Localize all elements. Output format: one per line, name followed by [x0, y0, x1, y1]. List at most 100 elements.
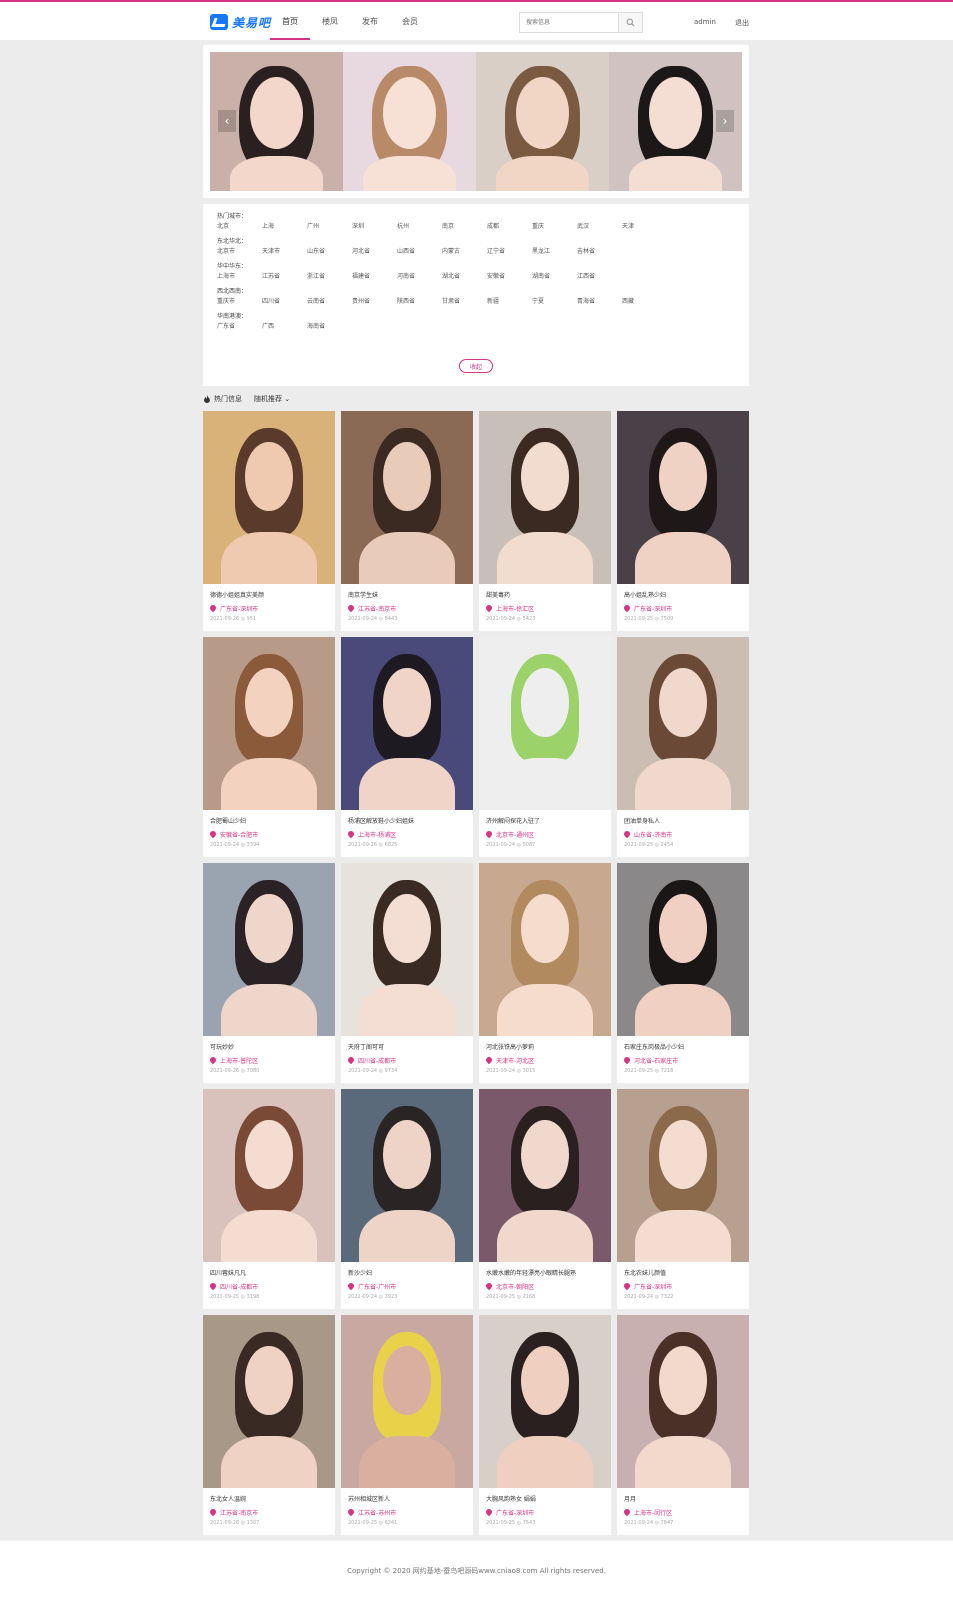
listing-photo[interactable] [341, 1089, 473, 1262]
city-link[interactable]: 重庆市 [217, 296, 262, 307]
city-link[interactable]: 贵州省 [352, 296, 397, 307]
listing-photo[interactable] [617, 863, 749, 1036]
city-link[interactable]: 天津 [622, 221, 667, 232]
city-link[interactable]: 西藏 [622, 296, 667, 307]
listing-photo[interactable] [617, 637, 749, 810]
listing-card[interactable]: 德德小姐姐真实美颜 广东省-深圳市 2021-09-26 ◎ 951 [203, 411, 335, 631]
city-link[interactable]: 河北省 [352, 246, 397, 257]
city-link[interactable]: 成都 [487, 221, 532, 232]
city-link[interactable]: 云南省 [307, 296, 352, 307]
city-link[interactable]: 湖南省 [532, 271, 577, 282]
listing-title[interactable]: 南京学生妹 [348, 591, 466, 600]
listing-title[interactable]: 水嫩水嫩的年轻漂亮小眼睛长腿熟 [486, 1269, 604, 1278]
city-link[interactable]: 天津市 [262, 246, 307, 257]
listing-card[interactable]: 月月 上海市-闵行区 2021-09-24 ◎ 7847 [617, 1315, 749, 1535]
listing-card[interactable]: 天府丁阁可可 四川省-成都市 2021-09-24 ◎ 9734 [341, 863, 473, 1083]
listing-title[interactable]: 济州解闷探花入驻了 [486, 817, 604, 826]
banner-slide[interactable] [476, 52, 609, 191]
city-link[interactable]: 江苏省 [262, 271, 307, 282]
nav-member[interactable]: 会员 [390, 2, 430, 40]
collapse-button[interactable]: 收起 [459, 359, 493, 373]
listing-photo[interactable] [479, 1089, 611, 1262]
city-link[interactable]: 江西省 [577, 271, 622, 282]
listing-card[interactable]: 杨浦区解放鞋小少妇姐妹 上海市-杨浦区 2021-09-26 ◎ 6825 [341, 637, 473, 857]
city-link[interactable]: 南京 [442, 221, 487, 232]
listing-title[interactable]: 东北女人温婉 [210, 1495, 328, 1504]
listing-card[interactable]: 合肥蜀山少妇 安徽省-合肥市 2021-09-24 ◎ 3394 [203, 637, 335, 857]
city-link[interactable]: 内蒙古 [442, 246, 487, 257]
listing-title[interactable]: 石家庄东岗极品小少妇 [624, 1043, 742, 1052]
city-link[interactable]: 宁夏 [532, 296, 577, 307]
city-link[interactable]: 杭州 [397, 221, 442, 232]
listing-title[interactable]: 天府丁阁可可 [348, 1043, 466, 1052]
city-link[interactable]: 武汉 [577, 221, 622, 232]
banner-carousel[interactable]: ‹ › [210, 52, 742, 191]
city-link[interactable]: 辽宁省 [487, 246, 532, 257]
listing-card[interactable]: 大胸风韵熟女 娟娟 广东省-深圳市 2021-09-25 ◎ 7543 [479, 1315, 611, 1535]
city-link[interactable]: 甘肃省 [442, 296, 487, 307]
listing-photo[interactable] [341, 1315, 473, 1488]
listing-photo[interactable] [341, 411, 473, 584]
listing-title[interactable]: 河北张铁高小萝莉 [486, 1043, 604, 1052]
city-link[interactable]: 新疆 [487, 296, 532, 307]
listing-photo[interactable] [203, 1089, 335, 1262]
listing-card[interactable]: 东北农妹儿颜值 广东省-深圳市 2021-09-24 ◎ 7322 [617, 1089, 749, 1309]
listing-photo[interactable] [479, 637, 611, 810]
listing-card[interactable]: 河北张铁高小萝莉 天津市-河北区 2021-09-24 ◎ 3015 [479, 863, 611, 1083]
city-link[interactable]: 山东省 [307, 246, 352, 257]
city-link[interactable]: 青海省 [577, 296, 622, 307]
listing-photo[interactable] [479, 863, 611, 1036]
listing-photo[interactable] [203, 637, 335, 810]
logo[interactable]: 美易吧 [210, 12, 271, 32]
city-link[interactable]: 上海 [262, 221, 307, 232]
listing-photo[interactable] [341, 637, 473, 810]
listing-title[interactable]: 德德小姐姐真实美颜 [210, 591, 328, 600]
city-link[interactable]: 北京市 [217, 246, 262, 257]
listing-title[interactable]: 杨浦区解放鞋小少妇姐妹 [348, 817, 466, 826]
listing-photo[interactable] [479, 1315, 611, 1488]
listing-photo[interactable] [203, 411, 335, 584]
next-arrow-icon[interactable]: › [716, 110, 734, 132]
nav-publish[interactable]: 发布 [350, 2, 390, 40]
city-link[interactable]: 重庆 [532, 221, 577, 232]
listing-card[interactable]: 水嫩水嫩的年轻漂亮小眼睛长腿熟 北京市-朝阳区 2021-09-25 ◎ 2168 [479, 1089, 611, 1309]
listing-card[interactable]: 团油单身私人 山东省-济南市 2021-09-25 ◎ 2454 [617, 637, 749, 857]
city-link[interactable]: 福建省 [352, 271, 397, 282]
listing-photo[interactable] [341, 863, 473, 1036]
listing-title[interactable]: 四川蓉妹凡凡 [210, 1269, 328, 1278]
city-link[interactable]: 北京 [217, 221, 262, 232]
listing-card[interactable]: 甜美毒药 上海市-徐汇区 2021-09-24 ◎ 5423 [479, 411, 611, 631]
listing-photo[interactable] [479, 411, 611, 584]
city-link[interactable]: 陕西省 [397, 296, 442, 307]
listing-card[interactable]: 石家庄东岗极品小少妇 河北省-石家庄市 2021-09-25 ◎ 7218 [617, 863, 749, 1083]
listing-card[interactable]: 高小姐乱熟少妇 广东省-深圳市 2021-09-25 ◎ 7509 [617, 411, 749, 631]
listing-title[interactable]: 月月 [624, 1495, 742, 1504]
listing-title[interactable]: 甜美毒药 [486, 591, 604, 600]
listing-photo[interactable] [203, 863, 335, 1036]
city-link[interactable]: 湖北省 [442, 271, 487, 282]
listing-card[interactable]: 新沙少妇 广东省-广州市 2021-09-24 ◎ 3923 [341, 1089, 473, 1309]
listing-card[interactable]: 可玩妙妙 上海市-普陀区 2021-09-26 ◎ 7080 [203, 863, 335, 1083]
listing-card[interactable]: 东北女人温婉 江苏省-南京市 2021-09-28 ◎ 1307 [203, 1315, 335, 1535]
city-link[interactable]: 河南省 [397, 271, 442, 282]
listing-card[interactable]: 四川蓉妹凡凡 四川省-成都市 2021-09-25 ◎ 3198 [203, 1089, 335, 1309]
city-link[interactable]: 浙江省 [307, 271, 352, 282]
listing-photo[interactable] [617, 1089, 749, 1262]
nav-loufeng[interactable]: 楼凤 [310, 2, 350, 40]
listing-title[interactable]: 可玩妙妙 [210, 1043, 328, 1052]
listing-title[interactable]: 团油单身私人 [624, 817, 742, 826]
listing-photo[interactable] [617, 1315, 749, 1488]
listing-card[interactable]: 南京学生妹 江苏省-南京市 2021-09-24 ◎ 8443 [341, 411, 473, 631]
sort-dropdown[interactable]: 随机推荐 ⌄ [254, 394, 290, 404]
listing-title[interactable]: 新沙少妇 [348, 1269, 466, 1278]
logout-link[interactable]: 退出 [735, 18, 749, 28]
search-input[interactable] [520, 13, 618, 32]
city-link[interactable]: 黑龙江 [532, 246, 577, 257]
listing-card[interactable]: 济州解闷探花入驻了 北京市-通州区 2021-09-24 ◎ 5087 [479, 637, 611, 857]
city-link[interactable]: 广东省 [217, 321, 262, 332]
city-link[interactable]: 山西省 [397, 246, 442, 257]
username-link[interactable]: admin [694, 18, 716, 26]
listing-title[interactable]: 高小姐乱熟少妇 [624, 591, 742, 600]
listing-photo[interactable] [617, 411, 749, 584]
banner-slide[interactable] [343, 52, 476, 191]
